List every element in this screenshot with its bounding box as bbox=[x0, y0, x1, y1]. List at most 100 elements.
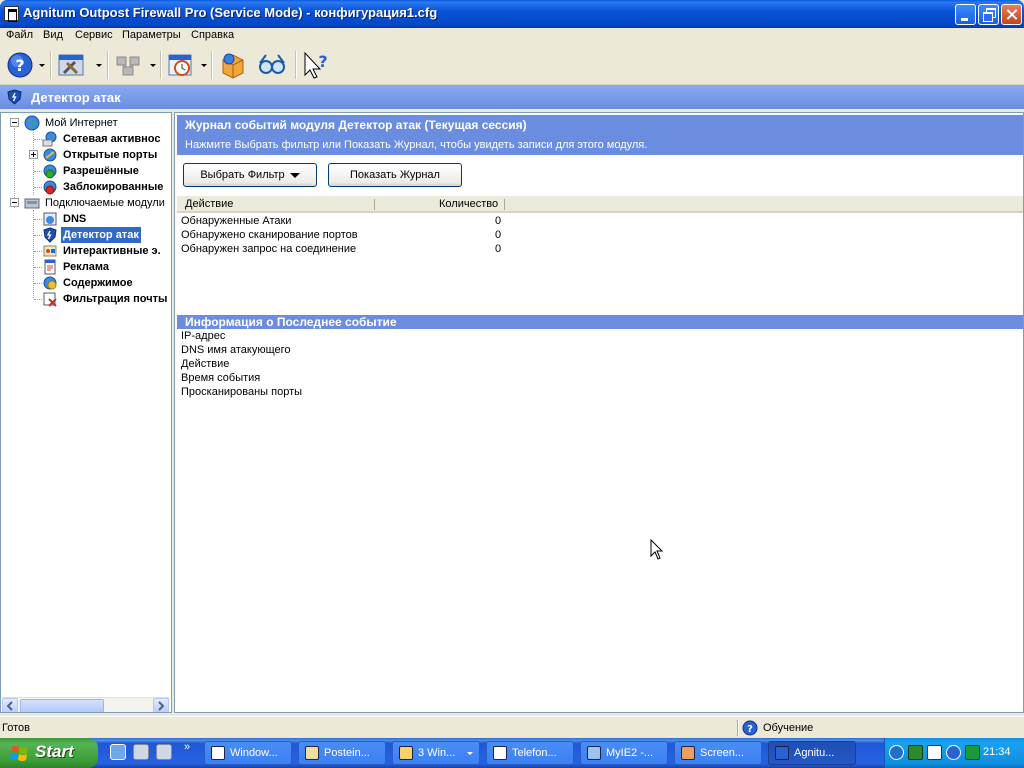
system-tray: 21:34 bbox=[884, 738, 1024, 768]
network-icon[interactable] bbox=[112, 49, 144, 81]
plugins-icon bbox=[24, 198, 40, 209]
context-help-icon[interactable]: ? bbox=[300, 49, 332, 81]
minimize-button[interactable] bbox=[955, 4, 976, 25]
close-button[interactable] bbox=[1001, 4, 1022, 25]
collapse-toggle[interactable] bbox=[10, 118, 19, 127]
info-field-time: Время события bbox=[181, 372, 261, 384]
start-button[interactable]: Start bbox=[0, 738, 98, 768]
info-field-action: Действие bbox=[181, 358, 230, 370]
quicklaunch-more-button[interactable]: » bbox=[184, 741, 190, 753]
windows-logo-icon bbox=[10, 746, 28, 761]
expand-toggle[interactable] bbox=[29, 150, 38, 159]
show-log-label: Показать Журнал bbox=[350, 169, 440, 181]
content-pane: Журнал событий модуля Детектор атак (Тек… bbox=[174, 112, 1024, 713]
table-header: Действие Количество bbox=[177, 196, 1023, 213]
table-row[interactable]: Обнаружен запрос на соединение 0 bbox=[177, 242, 507, 256]
task-button-postein[interactable]: Postein... bbox=[298, 741, 386, 765]
scroll-left-button[interactable] bbox=[2, 698, 18, 712]
help-icon[interactable]: ? bbox=[4, 49, 36, 81]
help-icon[interactable]: ? bbox=[742, 720, 758, 736]
task-button-folders[interactable]: 3 Win... bbox=[392, 741, 480, 765]
mail-filter-icon bbox=[43, 292, 57, 307]
module-title: Детектор атак bbox=[31, 90, 121, 105]
package-icon[interactable] bbox=[217, 49, 249, 81]
group-dropdown-icon bbox=[467, 752, 473, 755]
info-field-ip: IP-адрес bbox=[181, 330, 226, 342]
browser-icon bbox=[587, 746, 601, 760]
svg-text:?: ? bbox=[318, 52, 327, 71]
shield-icon bbox=[775, 746, 789, 760]
mouse-cursor-icon bbox=[650, 539, 664, 560]
network-activity-icon bbox=[42, 131, 57, 147]
task-button-telefon[interactable]: Telefon... bbox=[486, 741, 574, 765]
tray-help-icon[interactable] bbox=[946, 745, 961, 760]
last-event-header: Информация о Последнее событие bbox=[177, 315, 1023, 329]
content-icon bbox=[43, 276, 57, 290]
folder-icon bbox=[399, 746, 413, 760]
allowed-icon bbox=[43, 164, 57, 179]
tree-horizontal-scrollbar[interactable] bbox=[2, 697, 170, 712]
status-bar: Готов ? Обучение bbox=[0, 716, 1024, 738]
document-icon bbox=[493, 746, 507, 760]
globe-icon bbox=[24, 115, 40, 131]
tray-app-icon[interactable] bbox=[908, 745, 923, 760]
dropdown-arrow-icon bbox=[289, 172, 300, 178]
log-title: Журнал событий модуля Детектор атак (Тек… bbox=[185, 118, 527, 132]
screenshot-icon bbox=[681, 746, 695, 760]
info-field-dns: DNS имя атакующего bbox=[181, 344, 291, 356]
quicklaunch-network-icon[interactable] bbox=[133, 744, 149, 760]
menu-options[interactable]: Параметры bbox=[122, 29, 181, 41]
mail-icon bbox=[305, 746, 319, 760]
scroll-thumb[interactable] bbox=[20, 699, 104, 712]
svg-text:?: ? bbox=[15, 56, 24, 75]
ads-icon bbox=[44, 259, 56, 275]
maximize-button[interactable] bbox=[978, 4, 999, 25]
task-button-screen[interactable]: Screen... bbox=[674, 741, 762, 765]
column-count[interactable]: Количество bbox=[439, 197, 498, 212]
app-icon[interactable] bbox=[4, 6, 19, 22]
blocked-icon bbox=[43, 180, 57, 195]
shield-icon bbox=[43, 227, 57, 243]
table-row[interactable]: Обнаруженные Атаки 0 bbox=[177, 214, 507, 228]
menu-view[interactable]: Вид bbox=[43, 29, 63, 41]
status-text: Готов bbox=[2, 722, 30, 734]
svg-text:?: ? bbox=[747, 724, 753, 735]
collapse-toggle[interactable] bbox=[10, 198, 19, 207]
interactive-elements-icon bbox=[43, 245, 57, 257]
timer-icon[interactable] bbox=[165, 49, 197, 81]
task-button-windows[interactable]: Window... bbox=[204, 741, 292, 765]
mode-text[interactable]: Обучение bbox=[763, 722, 813, 734]
info-field-ports: Просканированы порты bbox=[181, 386, 303, 398]
toolbar: ? ? bbox=[0, 45, 1024, 85]
quicklaunch-network2-icon[interactable] bbox=[156, 744, 172, 760]
menu-file[interactable]: Файл bbox=[6, 29, 33, 41]
navigation-tree[interactable]: Мой Интернет Сетевая активнос Открытые п… bbox=[0, 112, 172, 713]
glasses-icon[interactable] bbox=[256, 49, 288, 81]
tray-agent-icon[interactable] bbox=[965, 745, 980, 760]
column-action[interactable]: Действие bbox=[185, 197, 233, 212]
select-filter-label: Выбрать Фильтр bbox=[200, 169, 285, 181]
title-bar[interactable]: Agnitum Outpost Firewall Pro (Service Mo… bbox=[0, 0, 1024, 28]
tray-collapse-icon[interactable] bbox=[889, 745, 904, 760]
shield-icon bbox=[7, 89, 22, 105]
dns-icon bbox=[43, 212, 57, 226]
table-row[interactable]: Обнаружено сканирование портов 0 bbox=[177, 228, 507, 242]
tray-network-icon[interactable] bbox=[927, 745, 942, 760]
menu-bar: Файл Вид Сервис Параметры Справка bbox=[0, 28, 1024, 45]
menu-help[interactable]: Справка bbox=[191, 29, 234, 41]
task-button-agnitum[interactable]: Agnitu... bbox=[768, 741, 856, 765]
select-filter-button[interactable]: Выбрать Фильтр bbox=[183, 163, 317, 187]
quicklaunch-ie-icon[interactable] bbox=[110, 744, 126, 760]
log-header: Журнал событий модуля Детектор атак (Тек… bbox=[177, 115, 1023, 155]
show-log-button[interactable]: Показать Журнал bbox=[328, 163, 462, 187]
taskbar: Start » Window... Postein... 3 Win... Te… bbox=[0, 738, 1024, 768]
window-title: Agnitum Outpost Firewall Pro (Service Mo… bbox=[23, 5, 438, 20]
menu-service[interactable]: Сервис bbox=[75, 29, 113, 41]
open-ports-icon bbox=[43, 148, 57, 162]
scroll-right-button[interactable] bbox=[153, 698, 169, 712]
task-button-myie2[interactable]: MyIE2 -... bbox=[580, 741, 668, 765]
start-label: Start bbox=[35, 742, 74, 761]
tools-icon[interactable] bbox=[55, 49, 87, 81]
clock[interactable]: 21:34 bbox=[983, 746, 1011, 758]
log-hint: Нажмите Выбрать фильтр или Показать Журн… bbox=[185, 139, 648, 151]
